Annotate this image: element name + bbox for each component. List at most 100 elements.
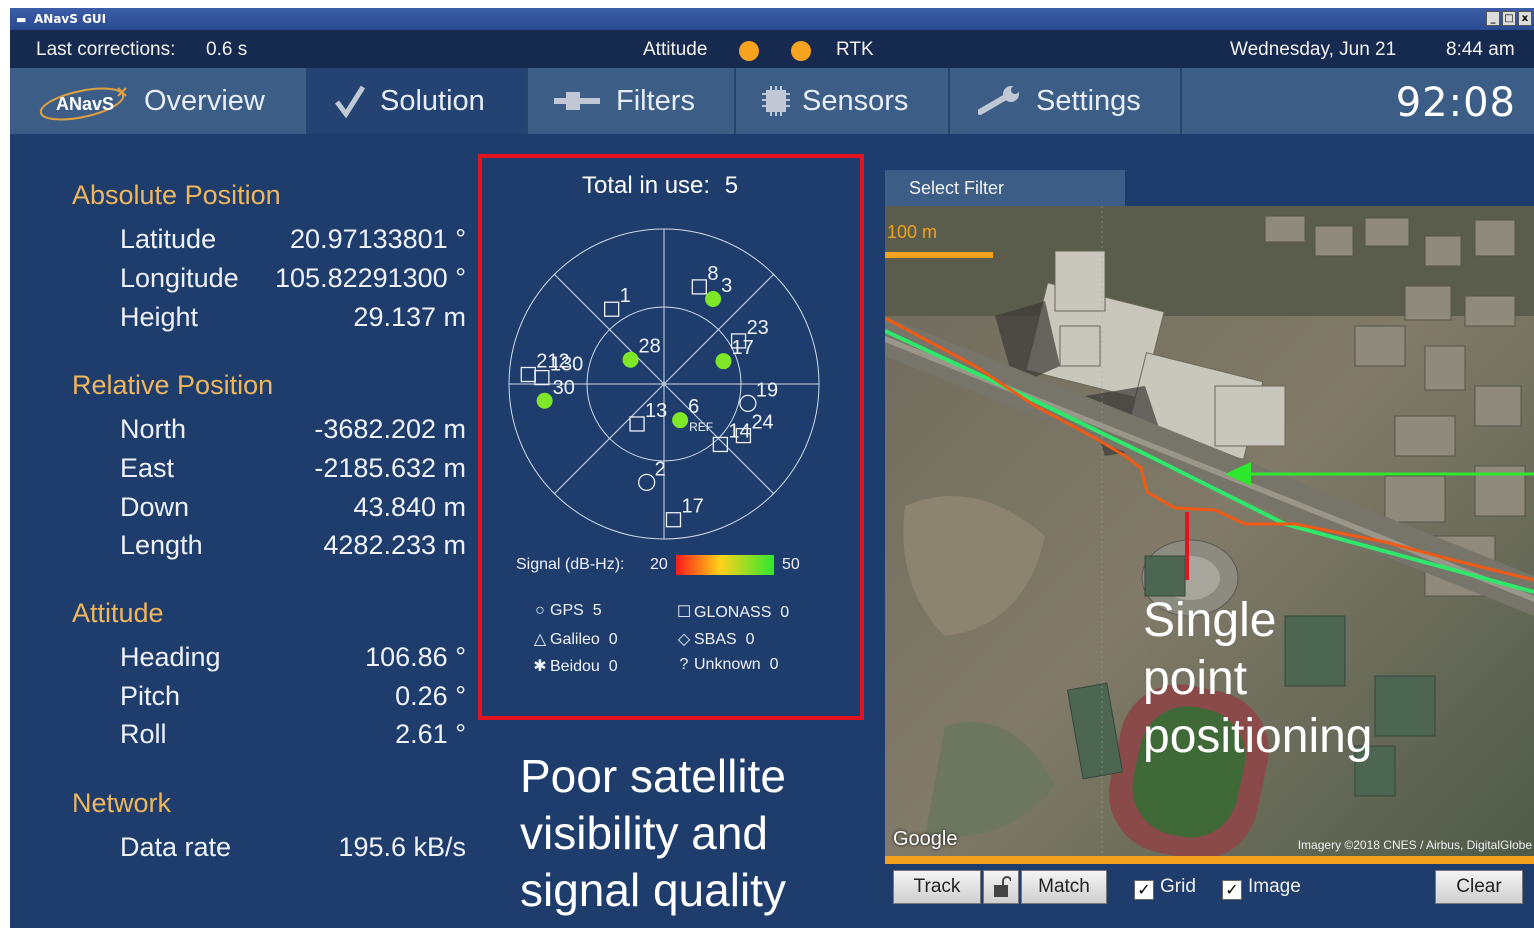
down-label: Down	[120, 492, 190, 522]
satellite-id-label: 6	[688, 396, 699, 418]
satellite-id-label: 17	[681, 496, 703, 518]
legend-gps-count: 5	[592, 602, 602, 619]
tab-settings-label: Settings	[1036, 85, 1141, 117]
heading-label: Heading	[120, 642, 221, 672]
satellite-id-label: 23	[747, 317, 769, 339]
close-button[interactable]: x	[1518, 11, 1532, 26]
down-value: 43.840 m	[353, 492, 466, 522]
satellite-id-label: 19	[756, 379, 778, 401]
tab-filters-label: Filters	[616, 85, 695, 117]
tab-sensors-label: Sensors	[802, 85, 909, 117]
satellite-marker	[622, 351, 639, 368]
grid-checkbox[interactable]: ✓ Grid	[1134, 876, 1196, 900]
legend-beidou-count: 0	[608, 658, 618, 675]
attitude-indicator-icon	[739, 41, 759, 61]
map-scale-bar	[885, 252, 993, 258]
satellite-id-label: 24	[751, 412, 773, 434]
satellite-gps-28: 28	[622, 336, 661, 368]
pitch-label: Pitch	[120, 681, 181, 711]
signal-min: 20	[650, 556, 668, 573]
minimize-button[interactable]: _	[1486, 11, 1500, 26]
main-nav: ANavS Overview Solution Filters Sensors	[10, 68, 1534, 134]
app-icon: ▬	[16, 13, 27, 26]
tab-overview-label: Overview	[144, 85, 265, 117]
caption-line-3: positioning	[1143, 710, 1373, 763]
wrench-icon	[978, 86, 1019, 115]
tab-sensors[interactable]: Sensors	[736, 68, 950, 134]
elapsed-clock: 92:08	[1395, 80, 1516, 126]
legend-beidou-name: Beidou	[550, 658, 600, 675]
latitude-value: 20.97133801 °	[290, 224, 466, 254]
image-checkbox[interactable]: ✓ Image	[1222, 876, 1301, 900]
satellite-marker	[712, 436, 729, 453]
signal-max: 50	[782, 556, 800, 573]
legend-sbas: ◇ SBAS 0	[674, 629, 755, 649]
roll-label: Roll	[120, 719, 167, 749]
image-check-icon[interactable]: ✓	[1222, 880, 1242, 900]
logo-text: ANavS	[56, 94, 114, 114]
skyplot-panel: Total in use: 5 8 3 1 28 23 17 212 130 30 19 13 6 RE…	[478, 154, 864, 720]
maximize-button[interactable]: □	[1502, 11, 1516, 26]
lock-button[interactable]	[983, 870, 1019, 904]
satellite-id-label: 8	[707, 263, 718, 285]
grid-label: Grid	[1160, 876, 1196, 897]
date-display: Wednesday, Jun 21	[1230, 39, 1397, 60]
satellite-glonass-1: 1	[603, 285, 631, 317]
satellite-marker	[672, 412, 689, 429]
data-rate-label: Data rate	[120, 832, 232, 862]
satellite-gps-17: 17	[715, 337, 754, 370]
select-filter-tab[interactable]: Select Filter	[885, 170, 1125, 206]
satellite-id-label: 28	[639, 336, 661, 358]
tab-solution[interactable]: Solution	[308, 68, 528, 134]
track-button[interactable]: Track	[893, 870, 981, 904]
section-title-attitude: Attitude	[72, 598, 164, 628]
satellite-marker	[520, 366, 536, 383]
anavs-logo-icon: ANavS	[39, 87, 127, 121]
single-point-caption: Single point positioning	[1143, 592, 1373, 766]
last-corrections-value: 0.6 s	[206, 39, 248, 60]
grid-check-icon[interactable]: ✓	[1134, 880, 1154, 900]
caption-line-2: visibility and	[520, 807, 768, 859]
checkmark-icon	[335, 85, 366, 118]
height-value: 29.137 m	[353, 302, 466, 332]
caption-line-1: Single	[1143, 594, 1277, 647]
east-value: -2185.632 m	[314, 453, 466, 483]
latitude-label: Latitude	[120, 224, 217, 254]
satellite-layer: 83128231721213030 1913 6REF 2414217	[520, 263, 778, 528]
satellite-marker	[603, 301, 620, 317]
satellite-marker	[638, 473, 656, 492]
caption-line-1: Poor satellite	[520, 750, 786, 802]
satellite-marker	[715, 353, 732, 370]
satellite-gps-2: 2	[638, 458, 666, 492]
satellite-id-label: 14	[728, 420, 750, 442]
poor-visibility-caption: Poor satellite visibility and signal qua…	[520, 748, 786, 919]
title-bar: ▬ ANavS GUI _ □ x	[10, 8, 1534, 30]
north-label: North	[120, 414, 187, 444]
satellite-glonass-13: 13	[629, 400, 667, 432]
legend-sbas-name: SBAS	[694, 631, 737, 648]
satellite-marker	[534, 369, 550, 386]
legend-unknown-name: Unknown	[694, 656, 761, 673]
longitude-label: Longitude	[120, 263, 239, 293]
satellite-marker	[705, 290, 722, 307]
tab-filters[interactable]: Filters	[528, 68, 736, 134]
unlock-icon	[994, 876, 1012, 897]
tab-overview[interactable]: ANavS Overview	[10, 68, 308, 134]
clear-button[interactable]: Clear	[1435, 870, 1523, 904]
satellite-marker	[629, 416, 645, 432]
rtk-status-label: RTK	[836, 39, 874, 60]
status-bar: Last corrections: 0.6 s Attitude RTK Wed…	[10, 30, 1534, 68]
tab-settings[interactable]: Settings	[950, 68, 1182, 134]
satellite-id-label: 130	[550, 354, 583, 376]
select-filter-label: Select Filter	[909, 178, 1005, 198]
signal-colorbar	[676, 555, 774, 575]
satellite-marker	[691, 279, 707, 295]
glonass-square-icon: ☐	[676, 604, 692, 621]
image-label: Image	[1248, 876, 1301, 897]
map-bottom-bar	[885, 856, 1534, 864]
beidou-star-icon: ✱	[533, 658, 547, 675]
section-title-absolute-position: Absolute Position	[72, 180, 281, 210]
attitude-status-label: Attitude	[643, 39, 708, 60]
match-button[interactable]: Match	[1021, 870, 1107, 904]
legend-glonass-name: GLONASS	[694, 604, 772, 621]
